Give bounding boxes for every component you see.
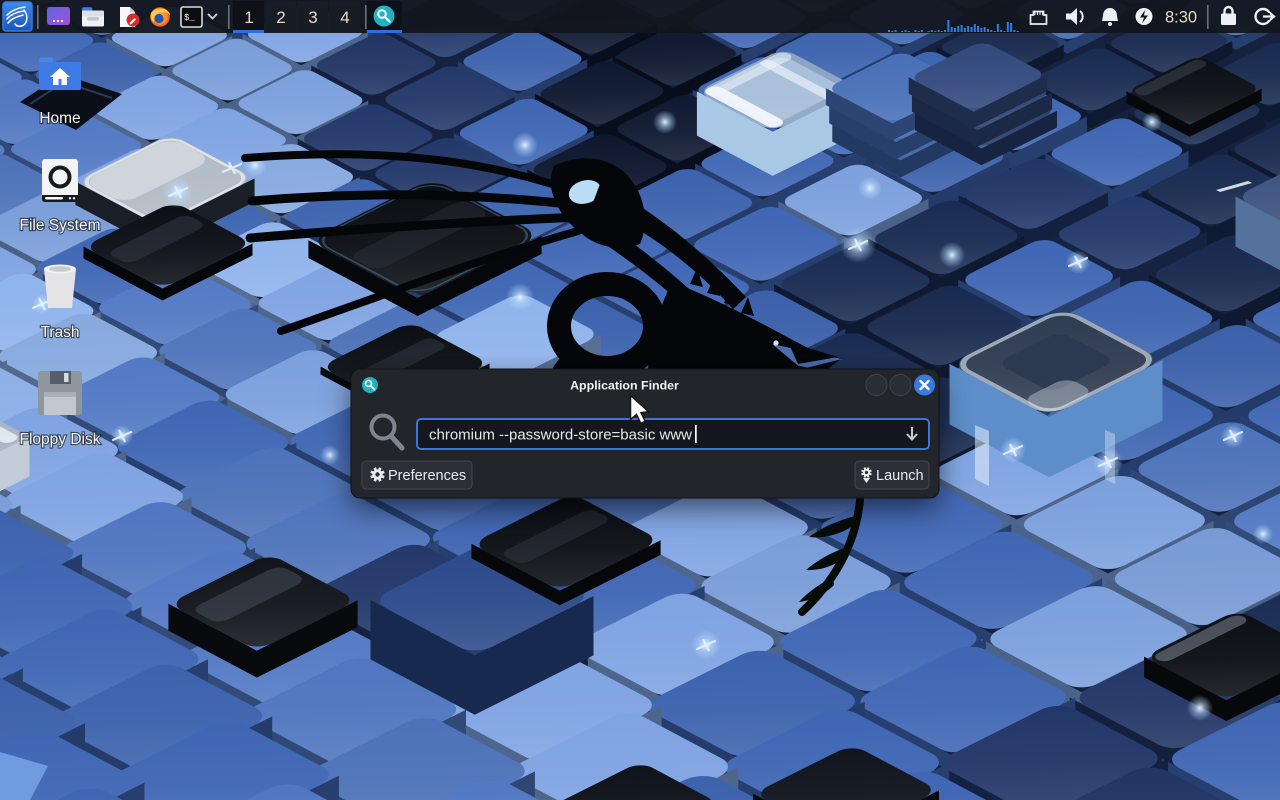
svg-text:1: 1 (244, 8, 253, 27)
svg-text:$_: $_ (184, 13, 195, 23)
svg-text:chromium --password-store=basi: chromium --password-store=basic www (429, 427, 692, 444)
svg-text:2: 2 (276, 8, 285, 27)
svg-text:Trash: Trash (40, 324, 79, 341)
svg-text:Preferences: Preferences (388, 468, 466, 484)
svg-text:3: 3 (308, 8, 317, 27)
svg-text:Home: Home (39, 110, 80, 127)
svg-text:File System: File System (20, 217, 101, 234)
svg-text:Launch: Launch (876, 468, 924, 484)
svg-text:4: 4 (340, 8, 349, 27)
svg-text:Floppy Disk: Floppy Disk (20, 431, 101, 448)
svg-text:8:30: 8:30 (1165, 9, 1197, 27)
svg-text:Application Finder: Application Finder (570, 379, 679, 393)
